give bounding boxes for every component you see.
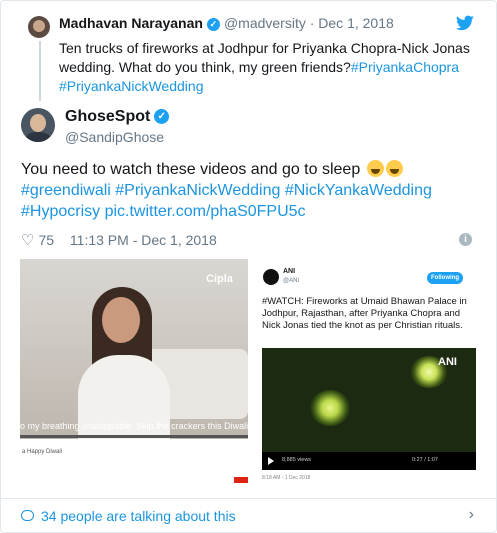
chevron-right-icon[interactable]: › [469, 506, 474, 524]
ani-tweet-text: #WATCH: Fireworks at Umaid Bhawan Palace… [262, 296, 467, 331]
laughing-emoji-icon [366, 160, 384, 177]
like-count[interactable]: 75 [38, 232, 54, 248]
twitter-bird-icon[interactable] [456, 15, 474, 31]
quoted-author-row[interactable]: Madhavan Narayanan ✓ @madversity · Dec 1, … [59, 15, 394, 31]
following-button: Following [427, 272, 463, 284]
laughing-emoji-icon [385, 160, 403, 177]
tweet-text: You need to watch these videos and go to… [21, 159, 481, 222]
tweet-timestamp[interactable]: 11:13 PM - Dec 1, 2018 [70, 232, 217, 248]
ani-handle: @ANI [283, 278, 300, 284]
tweet-link[interactable]: #Hypocrisy pic.twitter.com/phaS0FPU5c [21, 203, 306, 220]
play-icon [268, 457, 274, 465]
firework-burst [310, 390, 350, 426]
author-name[interactable]: GhoseSpot [65, 108, 150, 125]
talking-about-link[interactable]: 34 people are talking about this [41, 508, 236, 524]
video-progress [20, 435, 248, 438]
ani-avatar [263, 269, 279, 285]
tweet-card: Madhavan Narayanan ✓ @madversity · Dec 1, … [0, 0, 497, 533]
quoted-handle-date[interactable]: @madversity · Dec 1, 2018 [224, 15, 394, 31]
video-controls: 8,885 views 0:27 / 1:07 [262, 452, 476, 470]
thread-line [39, 41, 41, 101]
brand-logo: Cipla [206, 273, 233, 285]
tweet-meta: ♡ 75 11:13 PM - Dec 1, 2018 [21, 231, 217, 249]
quoted-author-avatar[interactable] [28, 16, 50, 38]
ani-logo: ANI [438, 356, 457, 368]
divider [1, 498, 497, 499]
video-frame: Cipla o my breathing unstoppable. Skip t… [20, 259, 248, 439]
video-caption: o my breathing unstoppable. Skip the cra… [20, 421, 248, 431]
tweet-body: You need to watch these videos and go to… [21, 161, 361, 178]
video-title: a Happy Diwali [22, 449, 63, 455]
media-image-right[interactable]: ANI @ANI Following #WATCH: Fireworks at … [251, 259, 479, 487]
person-face [102, 297, 140, 343]
ani-tweet-date: 8:18 AM - 1 Dec 2018 [262, 475, 311, 481]
heart-icon[interactable]: ♡ [21, 231, 34, 249]
author-name-row[interactable]: GhoseSpot ✓ [65, 108, 170, 126]
comment-icon[interactable] [21, 510, 34, 521]
info-icon[interactable]: i [459, 233, 472, 246]
verified-badge-icon: ✓ [154, 109, 170, 125]
author-handle[interactable]: @SandipGhose [65, 129, 164, 145]
verified-badge-icon: ✓ [206, 17, 220, 31]
video-info: a Happy Diwali [20, 439, 248, 487]
fireworks-video: ANI 8,885 views 0:27 / 1:07 [262, 348, 476, 470]
author-avatar[interactable] [21, 108, 55, 142]
media-image-left[interactable]: Cipla o my breathing unstoppable. Skip t… [20, 259, 248, 487]
ani-account-name: ANI [283, 268, 296, 275]
video-views: 8,885 views [282, 457, 312, 463]
tweet-hashtags[interactable]: #greendiwali #PriyankaNickWedding #NickY… [21, 182, 432, 199]
quoted-tweet-text: Ten trucks of fireworks at Jodhpur for P… [59, 39, 479, 96]
subscribe-button [234, 477, 248, 483]
video-time: 0:27 / 1:07 [412, 457, 438, 463]
quoted-author-name[interactable]: Madhavan Narayanan [59, 15, 203, 31]
